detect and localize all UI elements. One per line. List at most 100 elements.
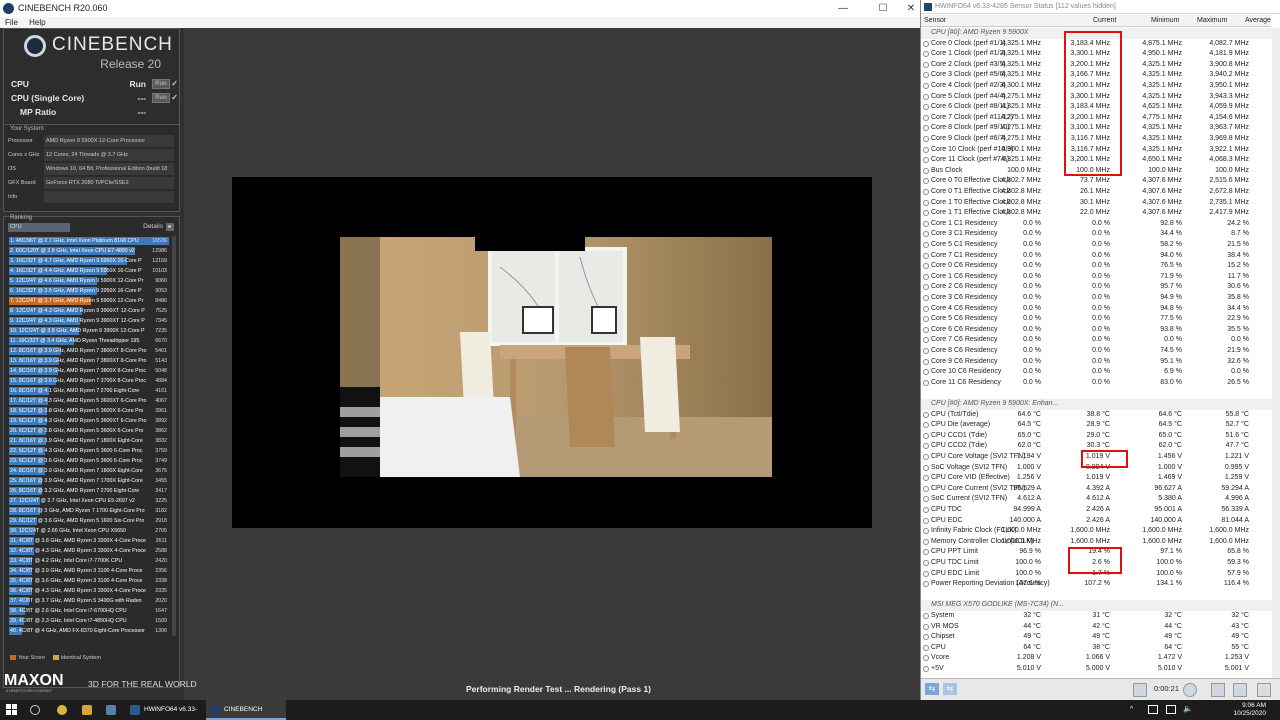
sensor-row[interactable]: Core 0 C6 Residency 0.0 % 0.0 % 76.5 % 15.2 … <box>921 261 1273 272</box>
sensor-row[interactable]: Core 1 T0 Effective Clock 4,302.8 MHz 30.1… <box>921 198 1273 209</box>
sensor-row[interactable]: Core 7 C1 Residency 0.0 % 0.0 % 94.0 % 38.4 … <box>921 251 1273 262</box>
sensor-row[interactable]: System 32 °C 31 °C 32 °C 32 °C <box>921 611 1273 622</box>
sensor-row[interactable]: CPU Core Current (SVI2 TFN) 95.529 A 4.392… <box>921 484 1273 495</box>
sensor-row[interactable]: Core 1 T1 Effective Clock 4,302.8 MHz 22.0… <box>921 208 1273 219</box>
ranking-row[interactable]: 21. 8C/16T @ 3.9 GHz, AMD Ryzen 7 1800X … <box>9 436 169 446</box>
ranking-row[interactable]: 37. 4C/8T @ 3.7 GHz, AMD Ryzen 5 3400G w… <box>9 596 169 606</box>
ranking-row[interactable]: 30. 12C/24T @ 2.66 GHz, Intel Xeon CPU X… <box>9 526 169 536</box>
ranking-row[interactable]: 10. 12C/24T @ 3.8 GHz, AMD Ryzen 9 3900X… <box>9 326 169 336</box>
hwinfo-title-bar[interactable]: HWiNFO64 v6.33-4285 Sensor Status [112 v… <box>921 0 1280 14</box>
sensor-row[interactable]: Core 4 C6 Residency 0.0 % 0.0 % 94.8 % 34.4 … <box>921 304 1273 315</box>
tray-app-icon[interactable] <box>1148 705 1158 714</box>
single-core-run-button[interactable]: Run <box>152 93 170 103</box>
sensor-row[interactable]: CPU CCD1 (Tdie) 65.0 °C 29.0 °C 65.0 °C 51.6… <box>921 431 1273 442</box>
header-sensor[interactable]: Sensor <box>924 17 946 24</box>
clock-icon[interactable] <box>1183 683 1197 697</box>
header-average[interactable]: Average <box>1245 17 1271 24</box>
sensor-row[interactable]: Infinity Fabric Clock (FCLK) 1,600.0 MHz 1… <box>921 526 1273 537</box>
ranking-row[interactable]: 20. 6C/12T @ 3.8 GHz, AMD Ryzen 5 3600X … <box>9 426 169 436</box>
ranking-row[interactable]: 24. 8C/16T @ 3.9 GHz, AMD Ryzen 7 1800X … <box>9 466 169 476</box>
ranking-row[interactable]: 38. 4C/8T @ 2.6 GHz, Intel Core i7-6700H… <box>9 606 169 616</box>
ranking-row[interactable]: 32. 4C/8T @ 4.3 GHz, AMD Ryzen 3 3300X 4… <box>9 546 169 556</box>
ranking-row[interactable]: 29. 6C/12T @ 3.6 GHz, AMD Ryzen 5 1600 S… <box>9 516 169 526</box>
sensor-row[interactable]: Core 2 C6 Residency 0.0 % 0.0 % 95.7 % 30.6 … <box>921 282 1273 293</box>
ranking-list[interactable]: 1. 48C/96T @ 2.7 GHz, Intel Xeon Platinu… <box>9 236 169 636</box>
ranking-row[interactable]: 4. 16C/32T @ 4.4 GHz, AMD Ryzen 9 5950X … <box>9 266 169 276</box>
cinebench-title-bar[interactable]: CINEBENCH R20.060 — ☐ ✕ <box>0 0 920 17</box>
sensor-row[interactable]: Core 0 T0 Effective Clock 4,302.7 MHz 73.7… <box>921 176 1273 187</box>
cpu-run-button[interactable]: Run <box>152 79 170 89</box>
chrome-icon[interactable] <box>57 705 67 715</box>
network-tray-icon[interactable] <box>1166 705 1176 714</box>
tray-chevron-icon[interactable]: ^ <box>1130 706 1133 713</box>
sensor-row[interactable]: Core 9 C6 Residency 0.0 % 0.0 % 95.1 % 32.6 … <box>921 357 1273 368</box>
taskbar-cinebench[interactable]: CINEBENCH R20.060 <box>206 700 286 720</box>
volume-icon[interactable]: 🔈 <box>1183 704 1193 713</box>
sensor-row[interactable]: Core 5 C6 Residency 0.0 % 0.0 % 77.5 % 22.9 … <box>921 314 1273 325</box>
start-button[interactable] <box>6 704 18 716</box>
header-maximum[interactable]: Maximum <box>1197 17 1227 24</box>
sensor-row[interactable]: Core 6 C6 Residency 0.0 % 0.0 % 93.8 % 35.5 … <box>921 325 1273 336</box>
sensor-row[interactable]: CPU TDC 94.999 A 2.426 A 95.001 A 56.339 A <box>921 505 1273 516</box>
menu-help[interactable]: Help <box>29 18 45 27</box>
sensor-group-header[interactable]: CPU [#0]: AMD Ryzen 9 5900X: Enhan... <box>921 399 1273 410</box>
sensor-row[interactable]: Power Reporting Deviation (Accuracy) 107.… <box>921 579 1273 590</box>
ranking-row[interactable]: 12. 8C/16T @ 3.9 GHz, AMD Ryzen 7 3800XT… <box>9 346 169 356</box>
menu-file[interactable]: File <box>5 18 18 27</box>
ranking-row[interactable]: 2. 60C/120T @ 2.8 GHz, Intel Xeon CPU E7… <box>9 246 169 256</box>
header-minimum[interactable]: Minimum <box>1151 17 1179 24</box>
app-icon[interactable] <box>106 705 116 715</box>
nav-right-icon[interactable]: ⇆ <box>943 683 957 695</box>
sensor-scrollbar[interactable] <box>1272 28 1280 678</box>
sensor-group-header[interactable]: MSI MEG X570 GODLIKE (MS-7C34) (N... <box>921 600 1273 611</box>
ranking-dropdown[interactable]: CPU <box>8 223 70 232</box>
settings-icon[interactable] <box>1233 683 1247 697</box>
ranking-row[interactable]: 35. 4C/8T @ 3.6 GHz, AMD Ryzen 3 3100 4-… <box>9 576 169 586</box>
sensor-row[interactable]: CPU EDC 140.000 A 2.426 A 140.000 A 81.044 A <box>921 516 1273 527</box>
details-label[interactable]: Details <box>143 223 163 230</box>
sensor-row[interactable]: Core 8 C6 Residency 0.0 % 0.0 % 74.5 % 21.9 … <box>921 346 1273 357</box>
ranking-row[interactable]: 31. 4C/8T @ 3.8 GHz, AMD Ryzen 3 3300X 4… <box>9 536 169 546</box>
taskbar-hwinfo[interactable]: HWiNFO64 v6.33-4... <box>126 700 204 720</box>
search-icon[interactable] <box>30 705 40 715</box>
sensor-row[interactable]: CPU 64 °C 38 °C 64 °C 55 °C <box>921 643 1273 654</box>
report-icon[interactable] <box>1211 683 1225 697</box>
maximize-button[interactable]: ☐ <box>868 0 898 17</box>
sensor-row[interactable]: Core 10 C6 Residency 0.0 % 0.0 % 6.9 % 0.0 % <box>921 367 1273 378</box>
sensor-row[interactable]: +5V 5.010 V 5.000 V 5.010 V 5.001 V <box>921 664 1273 675</box>
sensor-row[interactable]: CPU (Tctl/Tdie) 64.6 °C 38.8 °C 64.6 °C 55.8… <box>921 410 1273 421</box>
ranking-row[interactable]: 1. 48C/96T @ 2.7 GHz, Intel Xeon Platinu… <box>9 236 169 246</box>
network-icon[interactable] <box>1133 683 1147 697</box>
sensor-row[interactable]: Core 11 C6 Residency 0.0 % 0.0 % 83.0 % 26.5… <box>921 378 1273 389</box>
ranking-row[interactable]: 5. 12C/24T @ 4.6 GHz, AMD Ryzen 9 5900X … <box>9 276 169 286</box>
minimize-button[interactable]: — <box>828 0 858 17</box>
ranking-row[interactable]: 25. 8C/16T @ 3.9 GHz, AMD Ryzen 7 1700X … <box>9 476 169 486</box>
sensor-row[interactable]: SoC Current (SVI2 TFN) 4.612 A 4.612 A 5.38… <box>921 494 1273 505</box>
sensor-row[interactable]: Core 3 C1 Residency 0.0 % 0.0 % 34.4 % 8.7 % <box>921 229 1273 240</box>
ranking-row[interactable]: 28. 8C/16T @ 3 GHz, AMD Ryzen 7 1700 Eig… <box>9 506 169 516</box>
sensor-row[interactable]: Chipset 49 °C 49 °C 49 °C 49 °C <box>921 632 1273 643</box>
nav-left-icon[interactable]: ⇆ <box>925 683 939 695</box>
ranking-row[interactable]: 26. 8C/16T @ 3.2 GHz, AMD Ryzen 7 2700 E… <box>9 486 169 496</box>
ranking-row[interactable]: 36. 4C/8T @ 4.3 GHz, AMD Ryzen 3 3300X 4… <box>9 586 169 596</box>
ranking-row[interactable]: 17. 6C/12T @ 4.3 GHz, AMD Ryzen 5 3600XT… <box>9 396 169 406</box>
sensor-row[interactable]: Memory Controller Clock (UCLK) 1,600.0 MH… <box>921 537 1273 548</box>
sensor-row[interactable]: Core 1 C1 Residency 0.0 % 0.0 % 92.8 % 24.2 … <box>921 219 1273 230</box>
sensor-row[interactable]: Core 7 C6 Residency 0.0 % 0.0 % 0.0 % 0.0 % <box>921 335 1273 346</box>
sensor-row[interactable]: Core 3 C6 Residency 0.0 % 0.0 % 94.9 % 35.8 … <box>921 293 1273 304</box>
ranking-row[interactable]: 33. 4C/8T @ 4.2 GHz, Intel Core i7-7700K… <box>9 556 169 566</box>
ranking-row[interactable]: 40. 4C/8T @ 4 GHz, AMD FX-8370 Eight-Cor… <box>9 626 169 636</box>
sensor-row[interactable]: CPU Die (average) 64.5 °C 28.9 °C 64.5 °C 52… <box>921 420 1273 431</box>
ranking-row[interactable]: 22. 6C/12T @ 4.3 GHz, AMD Ryzen 5 3600 6… <box>9 446 169 456</box>
ranking-row[interactable]: 15. 8C/16T @ 3.6 GHz, AMD Ryzen 7 3700X … <box>9 376 169 386</box>
sensor-row[interactable]: Core 0 T1 Effective Clock 4,302.8 MHz 26.1… <box>921 187 1273 198</box>
ranking-row[interactable]: 13. 8C/16T @ 3.9 GHz, AMD Ryzen 7 3800XT… <box>9 356 169 366</box>
sensor-row[interactable]: Core 1 C6 Residency 0.0 % 0.0 % 71.9 % 11.7 … <box>921 272 1273 283</box>
ranking-row[interactable]: 34. 4C/8T @ 3.9 GHz, AMD Ryzen 3 3100 4-… <box>9 566 169 576</box>
ranking-row[interactable]: 27. 12C/24T @ 2.7 GHz, Intel Xeon CPU E5… <box>9 496 169 506</box>
close-sensors-icon[interactable] <box>1257 683 1271 697</box>
ranking-row[interactable]: 39. 4C/8T @ 2.3 GHz, Intel Core i7-4850H… <box>9 616 169 626</box>
sensor-row[interactable]: VR MOS 44 °C 42 °C 44 °C 43 °C <box>921 622 1273 633</box>
ranking-row[interactable]: 8. 12C/24T @ 4.3 GHz, AMD Ryzen 9 3900XT… <box>9 306 169 316</box>
sensor-row[interactable]: CPU Core VID (Effective) 1.256 V 1.019 V 1.… <box>921 473 1273 484</box>
